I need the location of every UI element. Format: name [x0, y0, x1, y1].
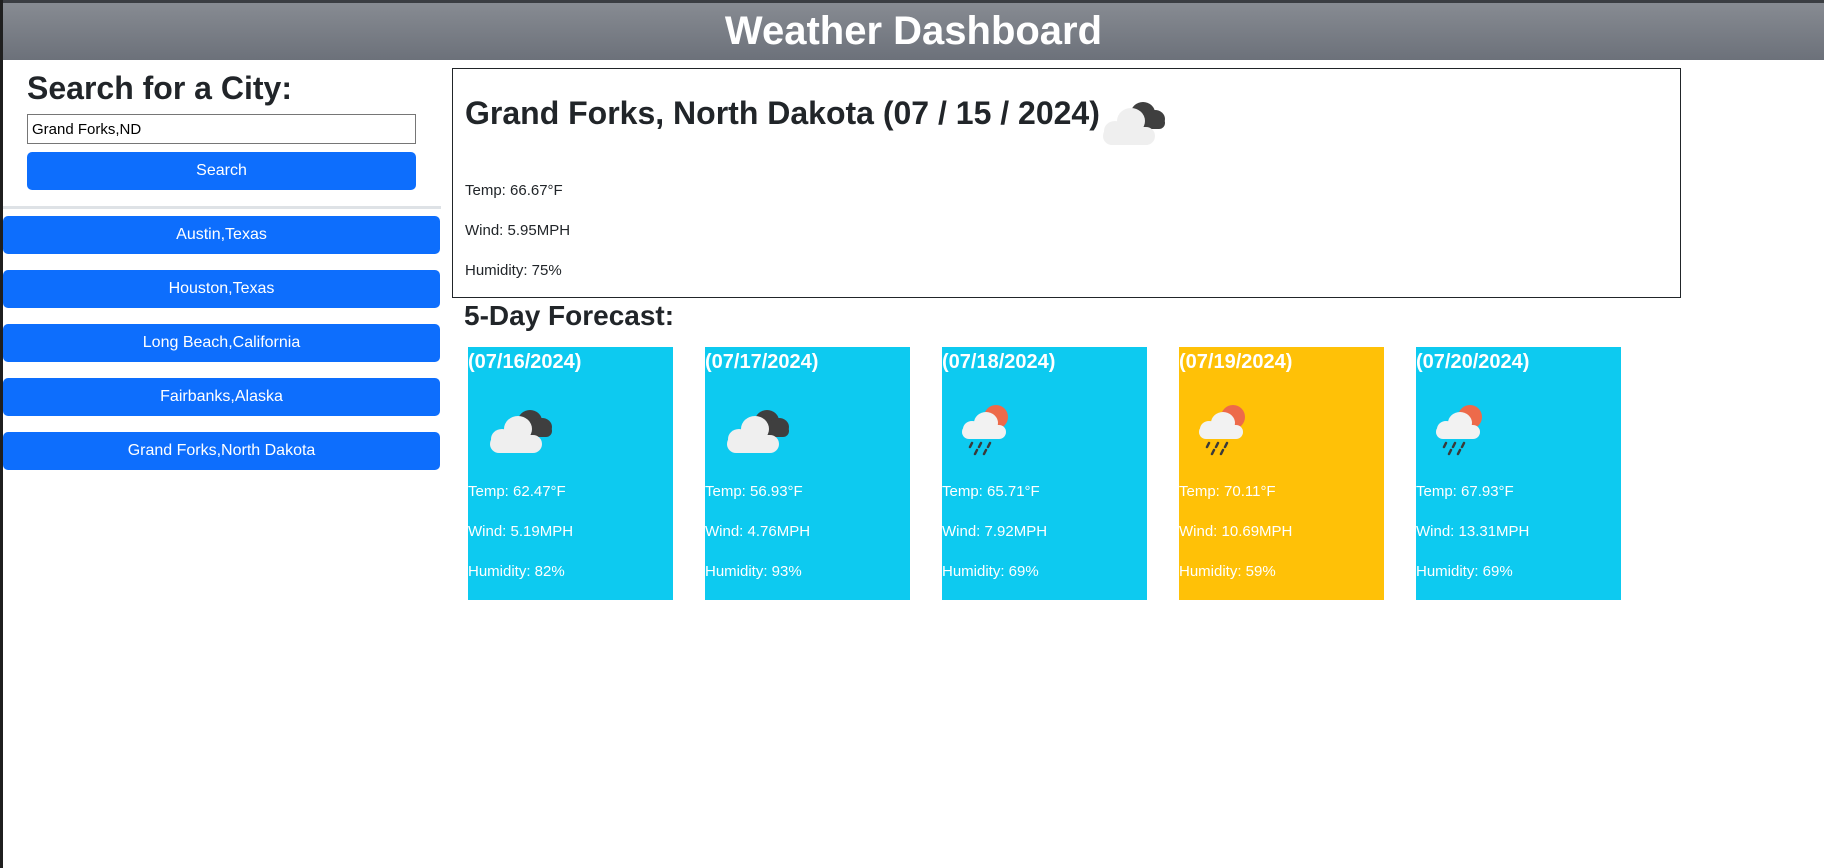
forecast-card: (07/20/2024) Temp: 67.93°F Wind: 13.31MP…: [1416, 347, 1621, 600]
search-history-list: Austin,Texas Houston,Texas Long Beach,Ca…: [3, 216, 441, 486]
cloudy-icon: [1095, 93, 1171, 154]
forecast-temp: Temp: 65.71°F: [942, 483, 1040, 500]
forecast-humidity: Humidity: 59%: [1179, 563, 1276, 580]
forecast-wind: Wind: 7.92MPH: [942, 523, 1048, 540]
rain-sun-icon: [1430, 401, 1492, 462]
history-button-fairbanks[interactable]: Fairbanks,Alaska: [3, 378, 440, 416]
forecast-temp: Temp: 70.11°F: [1179, 483, 1276, 500]
forecast-date: (07/18/2024): [942, 351, 1056, 373]
forecast-temp: Temp: 67.93°F: [1416, 483, 1514, 500]
history-item: Fairbanks,Alaska: [3, 378, 441, 416]
city-search-input[interactable]: [27, 114, 416, 144]
search-button[interactable]: Search: [27, 152, 416, 190]
history-button-austin[interactable]: Austin,Texas: [3, 216, 440, 254]
forecast-date: (07/17/2024): [705, 351, 819, 373]
forecast-card: (07/19/2024) Temp: 70.11°F Wind: 10.69MP…: [1179, 347, 1384, 600]
sidebar-divider: [3, 206, 441, 209]
forecast-date: (07/16/2024): [468, 351, 582, 373]
current-weather-panel: Grand Forks, North Dakota (07 / 15 / 202…: [452, 68, 1681, 298]
history-button-long-beach[interactable]: Long Beach,California: [3, 324, 440, 362]
forecast-temp: Temp: 56.93°F: [705, 483, 803, 500]
history-button-grand-forks[interactable]: Grand Forks,North Dakota: [3, 432, 440, 470]
cloudy-icon: [482, 401, 558, 462]
rain-sun-icon: [956, 401, 1018, 462]
forecast-card: (07/17/2024) Temp: 56.93°F Wind: 4.76MPH…: [705, 347, 910, 600]
current-temp: Temp: 66.67°F: [465, 182, 563, 199]
page-header: Weather Dashboard: [3, 3, 1824, 60]
forecast-temp: Temp: 62.47°F: [468, 483, 566, 500]
forecast-date: (07/19/2024): [1179, 351, 1293, 373]
current-wind: Wind: 5.95MPH: [465, 222, 571, 239]
forecast-wind: Wind: 5.19MPH: [468, 523, 574, 540]
forecast-humidity: Humidity: 69%: [1416, 563, 1513, 580]
cloudy-icon: [719, 401, 795, 462]
history-button-houston[interactable]: Houston,Texas: [3, 270, 440, 308]
forecast-wind: Wind: 4.76MPH: [705, 523, 811, 540]
forecast-humidity: Humidity: 82%: [468, 563, 565, 580]
current-humidity: Humidity: 75%: [465, 262, 562, 279]
history-item: Houston,Texas: [3, 270, 441, 308]
forecast-humidity: Humidity: 69%: [942, 563, 1039, 580]
forecast-card: (07/18/2024) Temp: 65.71°F Wind: 7.92MPH…: [942, 347, 1147, 600]
forecast-cards: (07/16/2024) Temp: 62.47°F Wind: 5.19MPH…: [468, 347, 1628, 601]
search-title: Search for a City:: [27, 70, 292, 106]
history-item: Grand Forks,North Dakota: [3, 432, 441, 470]
forecast-wind: Wind: 13.31MPH: [1416, 523, 1530, 540]
forecast-date: (07/20/2024): [1416, 351, 1530, 373]
forecast-wind: Wind: 10.69MPH: [1179, 523, 1293, 540]
rain-sun-icon: [1193, 401, 1255, 462]
page-title: Weather Dashboard: [724, 9, 1103, 53]
forecast-title: 5-Day Forecast:: [464, 300, 675, 331]
forecast-humidity: Humidity: 93%: [705, 563, 802, 580]
history-item: Austin,Texas: [3, 216, 441, 254]
history-item: Long Beach,California: [3, 324, 441, 362]
current-weather-title: Grand Forks, North Dakota (07 / 15 / 202…: [465, 95, 1100, 131]
forecast-card: (07/16/2024) Temp: 62.47°F Wind: 5.19MPH…: [468, 347, 673, 600]
